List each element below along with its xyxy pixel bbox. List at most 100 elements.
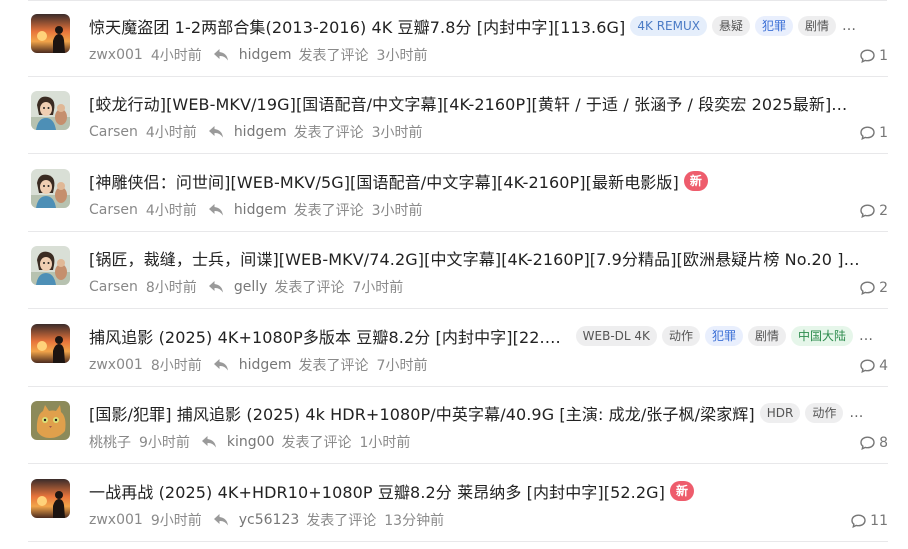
topic-tag[interactable]: 犯罪 [704, 326, 743, 346]
reply-count[interactable]: 1 [860, 124, 888, 142]
avatar[interactable] [31, 91, 70, 130]
topic-tag[interactable]: 4K REMUX [630, 16, 707, 36]
title-line: [锅匠，裁缝，士兵，间谍][WEB-MKV/74.2G][中文字幕][4K-21… [89, 245, 874, 271]
topic-title-link[interactable]: 一战再战 (2025) 4K+HDR10+1080P 豆瓣8.2分 莱昂纳多 [… [89, 479, 665, 503]
action-label: 发表了评论 [298, 358, 369, 374]
reply-count-value: 2 [879, 203, 888, 219]
topic-row[interactable]: 惊天魔盗团 1-2两部合集(2013-2016) 4K 豆瓣7.8分 [内封中字… [28, 0, 888, 77]
action-label: 发表了评论 [293, 203, 364, 219]
replier-link[interactable]: yc56123 [239, 512, 300, 528]
topic-tag[interactable]: WEB-DL 4K [575, 326, 657, 346]
title-line: 一战再战 (2025) 4K+HDR10+1080P 豆瓣8.2分 莱昂纳多 [… [89, 478, 874, 504]
reply-icon [208, 125, 224, 139]
topic-tag[interactable]: 剧情 [747, 326, 786, 346]
topic-meta: zwx001 8小时前 hidgem 发表了评论 7小时前 [89, 355, 427, 375]
replied-time: 13分钟前 [384, 513, 445, 529]
comment-icon [860, 436, 879, 450]
topic-tag[interactable]: 新 [683, 171, 708, 191]
topic-tag[interactable]: HDR [759, 403, 801, 423]
reply-count[interactable]: 2 [860, 279, 888, 297]
comment-icon [860, 49, 879, 63]
author-link[interactable]: Carsen [89, 124, 138, 140]
topic-row[interactable]: [国影/犯罪] 捕风追影 (2025) 4k HDR+1080P/中英字幕/40… [28, 387, 888, 464]
replier-link[interactable]: hidgem [239, 47, 292, 63]
topic-row[interactable]: [神雕侠侣：问世间][WEB-MKV/5G][国语配音/中文字幕][4K-216… [28, 155, 888, 232]
topic-title-link[interactable]: 惊天魔盗团 1-2两部合集(2013-2016) 4K 豆瓣7.8分 [内封中字… [89, 14, 625, 38]
sunset-icon [31, 324, 70, 363]
replier-link[interactable]: hidgem [234, 202, 287, 218]
topic-title-link[interactable]: [神雕侠侣：问世间][WEB-MKV/5G][国语配音/中文字幕][4K-216… [89, 169, 679, 193]
replied-time: 3小时前 [376, 48, 428, 64]
avatar[interactable] [31, 246, 70, 285]
topic-title-link[interactable]: [国影/犯罪] 捕风追影 (2025) 4k HDR+1080P/中英字幕/40… [89, 401, 755, 425]
more-tags-indicator[interactable]: … [842, 18, 857, 34]
reply-icon [213, 358, 229, 372]
action-label: 发表了评论 [281, 435, 352, 451]
topic-row[interactable]: 一战再战 (2025) 4K+HDR10+1080P 豆瓣8.2分 莱昂纳多 [… [28, 465, 888, 542]
topic-row[interactable]: [锅匠，裁缝，士兵，间谍][WEB-MKV/74.2G][中文字幕][4K-21… [28, 232, 888, 309]
title-line: 惊天魔盗团 1-2两部合集(2013-2016) 4K 豆瓣7.8分 [内封中字… [89, 13, 874, 39]
author-link[interactable]: 桃桃子 [89, 432, 131, 452]
topic-meta: zwx001 9小时前 yc56123 发表了评论 13分钟前 [89, 510, 444, 530]
topic-row[interactable]: [蛟龙行动][WEB-MKV/19G][国语配音/中文字幕][4K-2160P]… [28, 77, 888, 154]
topic-row[interactable]: 捕风追影 (2025) 4K+1080P多版本 豆瓣8.2分 [内封中字][22… [28, 310, 888, 387]
author-link[interactable]: zwx001 [89, 357, 143, 373]
replied-time: 1小时前 [359, 435, 411, 451]
comment-icon [860, 126, 879, 140]
replier-link[interactable]: hidgem [234, 124, 287, 140]
avatar[interactable] [31, 479, 70, 518]
author-link[interactable]: zwx001 [89, 47, 143, 63]
reply-count[interactable]: 11 [851, 512, 888, 530]
topic-meta: Carsen 4小时前 hidgem 发表了评论 3小时前 [89, 122, 423, 142]
replier-link[interactable]: hidgem [239, 357, 292, 373]
reply-icon [208, 280, 224, 294]
topic-title-link[interactable]: [锅匠，裁缝，士兵，间谍][WEB-MKV/74.2G][中文字幕][4K-21… [89, 246, 860, 270]
avatar[interactable] [31, 324, 70, 363]
reply-icon [213, 513, 229, 527]
action-label: 发表了评论 [293, 125, 364, 141]
posted-time: 4小时前 [145, 125, 197, 141]
more-tags-indicator[interactable]: … [849, 405, 864, 421]
topic-tag[interactable]: 动作 [661, 326, 700, 346]
topic-meta: Carsen 8小时前 gelly 发表了评论 7小时前 [89, 277, 403, 297]
replier-link[interactable]: king00 [227, 434, 275, 450]
replier-link[interactable]: gelly [234, 279, 268, 295]
topic-title-link[interactable]: [蛟龙行动][WEB-MKV/19G][国语配音/中文字幕][4K-2160P]… [89, 91, 847, 115]
topic-tag[interactable]: 剧情 [798, 16, 837, 36]
title-line: [蛟龙行动][WEB-MKV/19G][国语配音/中文字幕][4K-2160P]… [89, 90, 874, 116]
reply-count-value: 8 [879, 435, 888, 451]
cartoon-icon [31, 169, 70, 208]
cartoon-icon [31, 246, 70, 285]
reply-count[interactable]: 8 [860, 434, 888, 452]
avatar[interactable] [31, 169, 70, 208]
reply-count-value: 1 [879, 48, 888, 64]
author-link[interactable]: Carsen [89, 279, 138, 295]
comment-icon [860, 281, 879, 295]
topic-meta: zwx001 4小时前 hidgem 发表了评论 3小时前 [89, 45, 427, 65]
reply-count[interactable]: 1 [860, 47, 888, 65]
replied-time: 3小时前 [371, 203, 423, 219]
action-label: 发表了评论 [274, 280, 345, 296]
reply-count[interactable]: 2 [860, 202, 888, 220]
avatar[interactable] [31, 14, 70, 53]
topic-tag[interactable]: 动作 [805, 403, 844, 423]
comment-icon [851, 514, 870, 528]
avatar[interactable] [31, 401, 70, 440]
posted-time: 9小时前 [139, 435, 190, 451]
reply-count[interactable]: 4 [860, 357, 888, 375]
topic-tag[interactable]: 中国大陆 [790, 326, 853, 346]
title-line: [国影/犯罪] 捕风追影 (2025) 4k HDR+1080P/中英字幕/40… [89, 400, 874, 426]
topic-tag[interactable]: 新 [669, 481, 694, 501]
topic-title-link[interactable]: 捕风追影 (2025) 4K+1080P多版本 豆瓣8.2分 [内封中字][22… [89, 324, 571, 348]
cat-icon [31, 401, 70, 440]
title-line: [神雕侠侣：问世间][WEB-MKV/5G][国语配音/中文字幕][4K-216… [89, 168, 874, 194]
author-link[interactable]: zwx001 [89, 512, 143, 528]
more-tags-indicator[interactable]: … [859, 328, 874, 344]
author-link[interactable]: Carsen [89, 202, 138, 218]
sunset-icon [31, 479, 70, 518]
title-line: 捕风追影 (2025) 4K+1080P多版本 豆瓣8.2分 [内封中字][22… [89, 323, 874, 349]
topic-meta: Carsen 4小时前 hidgem 发表了评论 3小时前 [89, 200, 423, 220]
topic-tag[interactable]: 悬疑 [711, 16, 750, 36]
replied-time: 7小时前 [352, 280, 404, 296]
topic-tag[interactable]: 犯罪 [755, 16, 794, 36]
